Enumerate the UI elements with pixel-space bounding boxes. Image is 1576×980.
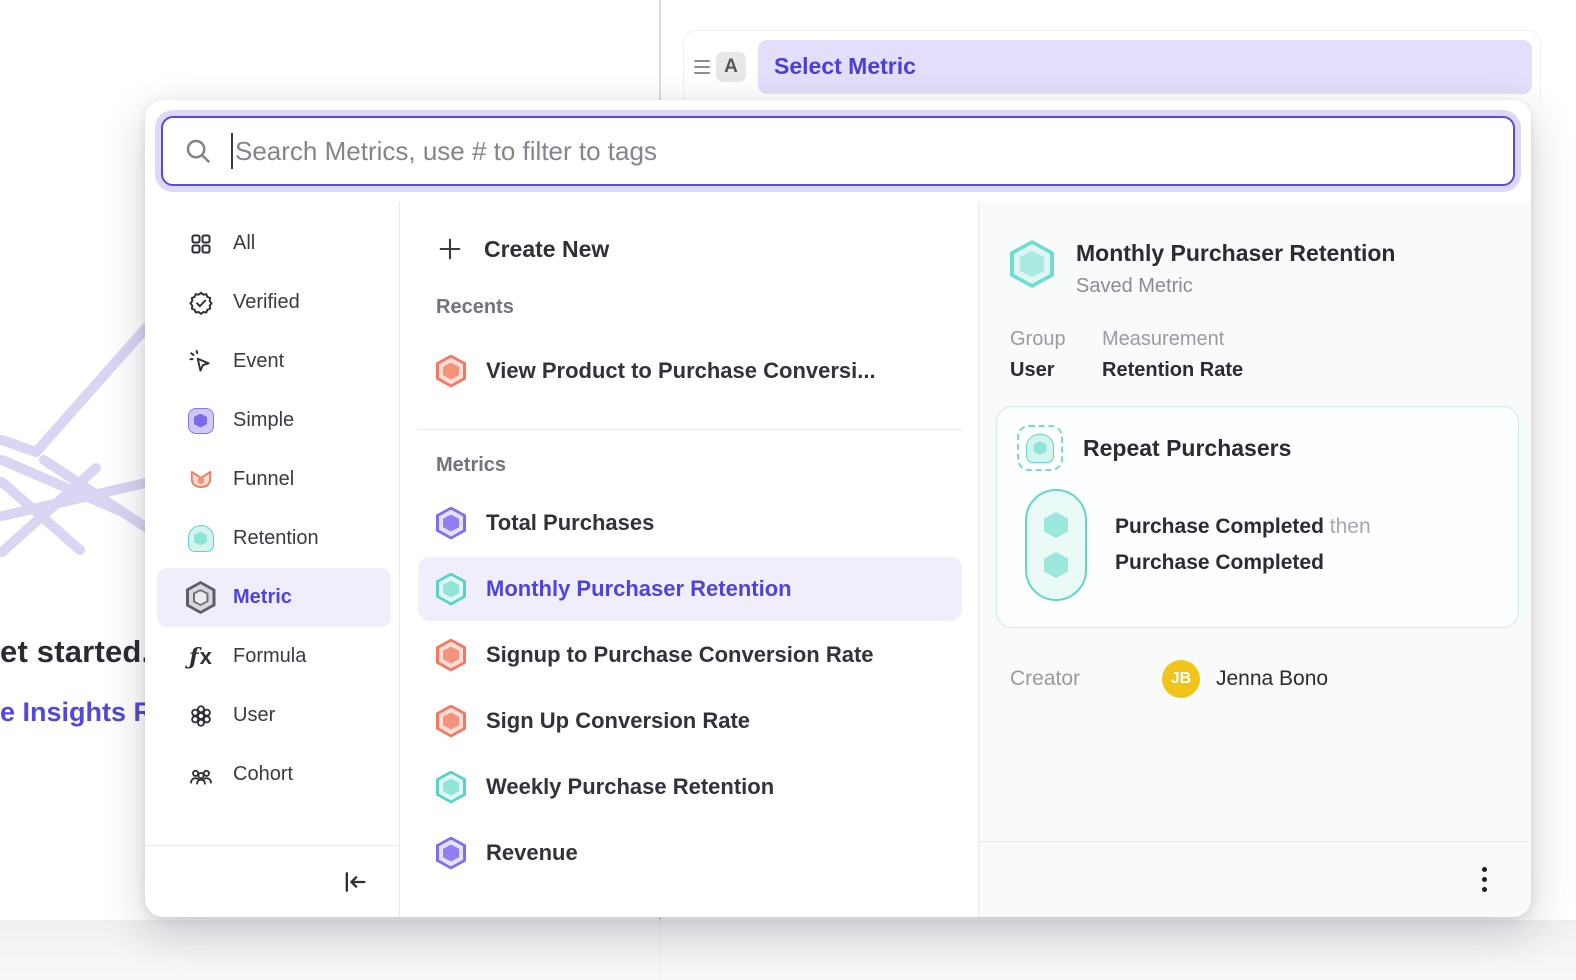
search-icon [183, 136, 213, 166]
definition-title: Repeat Purchasers [1083, 435, 1291, 462]
step-hexagon-icon [1044, 512, 1068, 538]
plus-icon [436, 235, 464, 263]
collapse-sidebar-icon[interactable] [341, 868, 369, 896]
metric-item-label: Sign Up Conversion Rate [486, 708, 750, 734]
sidebar-item-verified[interactable]: Verified [157, 273, 391, 332]
list-divider [418, 429, 962, 430]
sidebar-item-label: Formula [233, 645, 306, 668]
background-heading-fragment: et started. [0, 634, 150, 670]
simple-metric-icon [187, 407, 214, 434]
sidebar-item-event[interactable]: Event [157, 332, 391, 391]
creator-avatar: JB [1162, 660, 1200, 698]
metric-item-label: Weekly Purchase Retention [486, 774, 774, 800]
drag-handle-icon[interactable] [694, 60, 710, 74]
detail-title: Monthly Purchaser Retention [1076, 240, 1395, 267]
metric-block-toolbar: A Select Metric [683, 30, 1541, 102]
metric-item-weekly-purchase-retention[interactable]: Weekly Purchase Retention [418, 755, 962, 819]
metric-item-total-purchases[interactable]: Total Purchases [418, 491, 962, 555]
recent-metric-item[interactable]: View Product to Purchase Conversi... [418, 339, 962, 403]
sidebar-item-label: All [233, 232, 255, 255]
creator-label: Creator [1010, 667, 1162, 691]
search-input[interactable] [235, 136, 1493, 167]
formula-icon: ƒx [187, 643, 214, 670]
funnel-metric-icon [436, 355, 466, 388]
measurement-value: Retention Rate [1102, 359, 1243, 382]
metric-hexagon-icon [187, 584, 214, 611]
select-metric-button[interactable]: Select Metric [758, 40, 1532, 94]
create-new-button[interactable]: Create New [436, 226, 962, 272]
sidebar-item-label: User [233, 704, 275, 727]
saved-retention-icon [1017, 425, 1063, 471]
retention-steps-pill [1025, 489, 1087, 601]
funnel-icon [187, 466, 214, 493]
group-label: Group [1010, 328, 1078, 351]
sidebar-item-label: Event [233, 350, 284, 373]
detail-footer [979, 841, 1531, 917]
metric-hexagon-icon [436, 573, 466, 606]
definition-step-2: Purchase Completed [1115, 551, 1371, 575]
metric-item-monthly-purchaser-retention[interactable]: Monthly Purchaser Retention [418, 557, 962, 621]
retention-icon [187, 525, 214, 552]
step-hexagon-icon [1044, 552, 1068, 578]
sidebar-item-funnel[interactable]: Funnel [157, 450, 391, 509]
sidebar-item-label: Verified [233, 291, 300, 314]
metric-picker-modal: All Verified Event [145, 100, 1531, 917]
metric-definition-card: Repeat Purchasers Purchase Completed the… [996, 406, 1519, 628]
sidebar-item-label: Simple [233, 409, 294, 432]
definition-step-1: Purchase Completed then [1115, 515, 1371, 539]
background-report-link-fragment[interactable]: e Insights Re [0, 697, 168, 728]
user-cluster-icon [187, 702, 214, 729]
creator-name: Jenna Bono [1216, 667, 1328, 691]
metric-hexagon-icon [436, 639, 466, 672]
verified-badge-icon [187, 289, 214, 316]
more-options-icon[interactable] [1476, 861, 1493, 898]
sidebar-item-label: Cohort [233, 763, 293, 786]
metric-hexagon-icon [1010, 240, 1054, 288]
metric-hexagon-icon [436, 705, 466, 738]
sidebar-item-metric[interactable]: Metric [157, 568, 391, 627]
metric-item-label: Total Purchases [486, 510, 654, 536]
metric-item-label: Revenue [486, 840, 578, 866]
metric-list-column: Create New Recents View Product to Purch… [400, 202, 978, 917]
block-letter-badge: A [716, 52, 746, 82]
background-bottom-band [0, 920, 1576, 980]
metric-item-sign-up-conversion-rate[interactable]: Sign Up Conversion Rate [418, 689, 962, 753]
sidebar-item-simple[interactable]: Simple [157, 391, 391, 450]
metric-hexagon-icon [436, 837, 466, 870]
sidebar-item-retention[interactable]: Retention [157, 509, 391, 568]
sidebar-item-all[interactable]: All [157, 214, 391, 273]
metric-item-revenue[interactable]: Revenue [418, 821, 962, 885]
measurement-label: Measurement [1102, 328, 1243, 351]
filter-sidebar: All Verified Event [145, 202, 400, 917]
grid-icon [187, 230, 214, 257]
create-new-label: Create New [484, 236, 609, 263]
sidebar-item-formula[interactable]: ƒx Formula [157, 627, 391, 686]
sidebar-footer [145, 845, 399, 917]
metric-item-label: View Product to Purchase Conversi... [486, 358, 876, 384]
cursor-click-icon [187, 348, 214, 375]
text-caret [231, 133, 233, 169]
metric-item-label: Monthly Purchaser Retention [486, 576, 792, 602]
sidebar-item-cohort[interactable]: Cohort [157, 745, 391, 804]
metric-hexagon-icon [436, 771, 466, 804]
step-connector: then [1330, 515, 1371, 538]
recents-header: Recents [436, 296, 962, 319]
sidebar-item-label: Retention [233, 527, 319, 550]
sidebar-item-user[interactable]: User [157, 686, 391, 745]
search-box[interactable] [161, 116, 1515, 186]
metrics-header: Metrics [436, 454, 962, 477]
metric-item-label: Signup to Purchase Conversion Rate [486, 642, 874, 668]
metric-hexagon-icon [436, 507, 466, 540]
metric-item-signup-to-purchase-conversion-rate[interactable]: Signup to Purchase Conversion Rate [418, 623, 962, 687]
cohort-people-icon [187, 761, 214, 788]
group-value: User [1010, 359, 1078, 382]
metric-detail-panel: Monthly Purchaser Retention Saved Metric… [978, 202, 1531, 917]
sidebar-item-label: Metric [233, 586, 292, 609]
sidebar-item-label: Funnel [233, 468, 294, 491]
detail-subtitle: Saved Metric [1076, 275, 1395, 298]
